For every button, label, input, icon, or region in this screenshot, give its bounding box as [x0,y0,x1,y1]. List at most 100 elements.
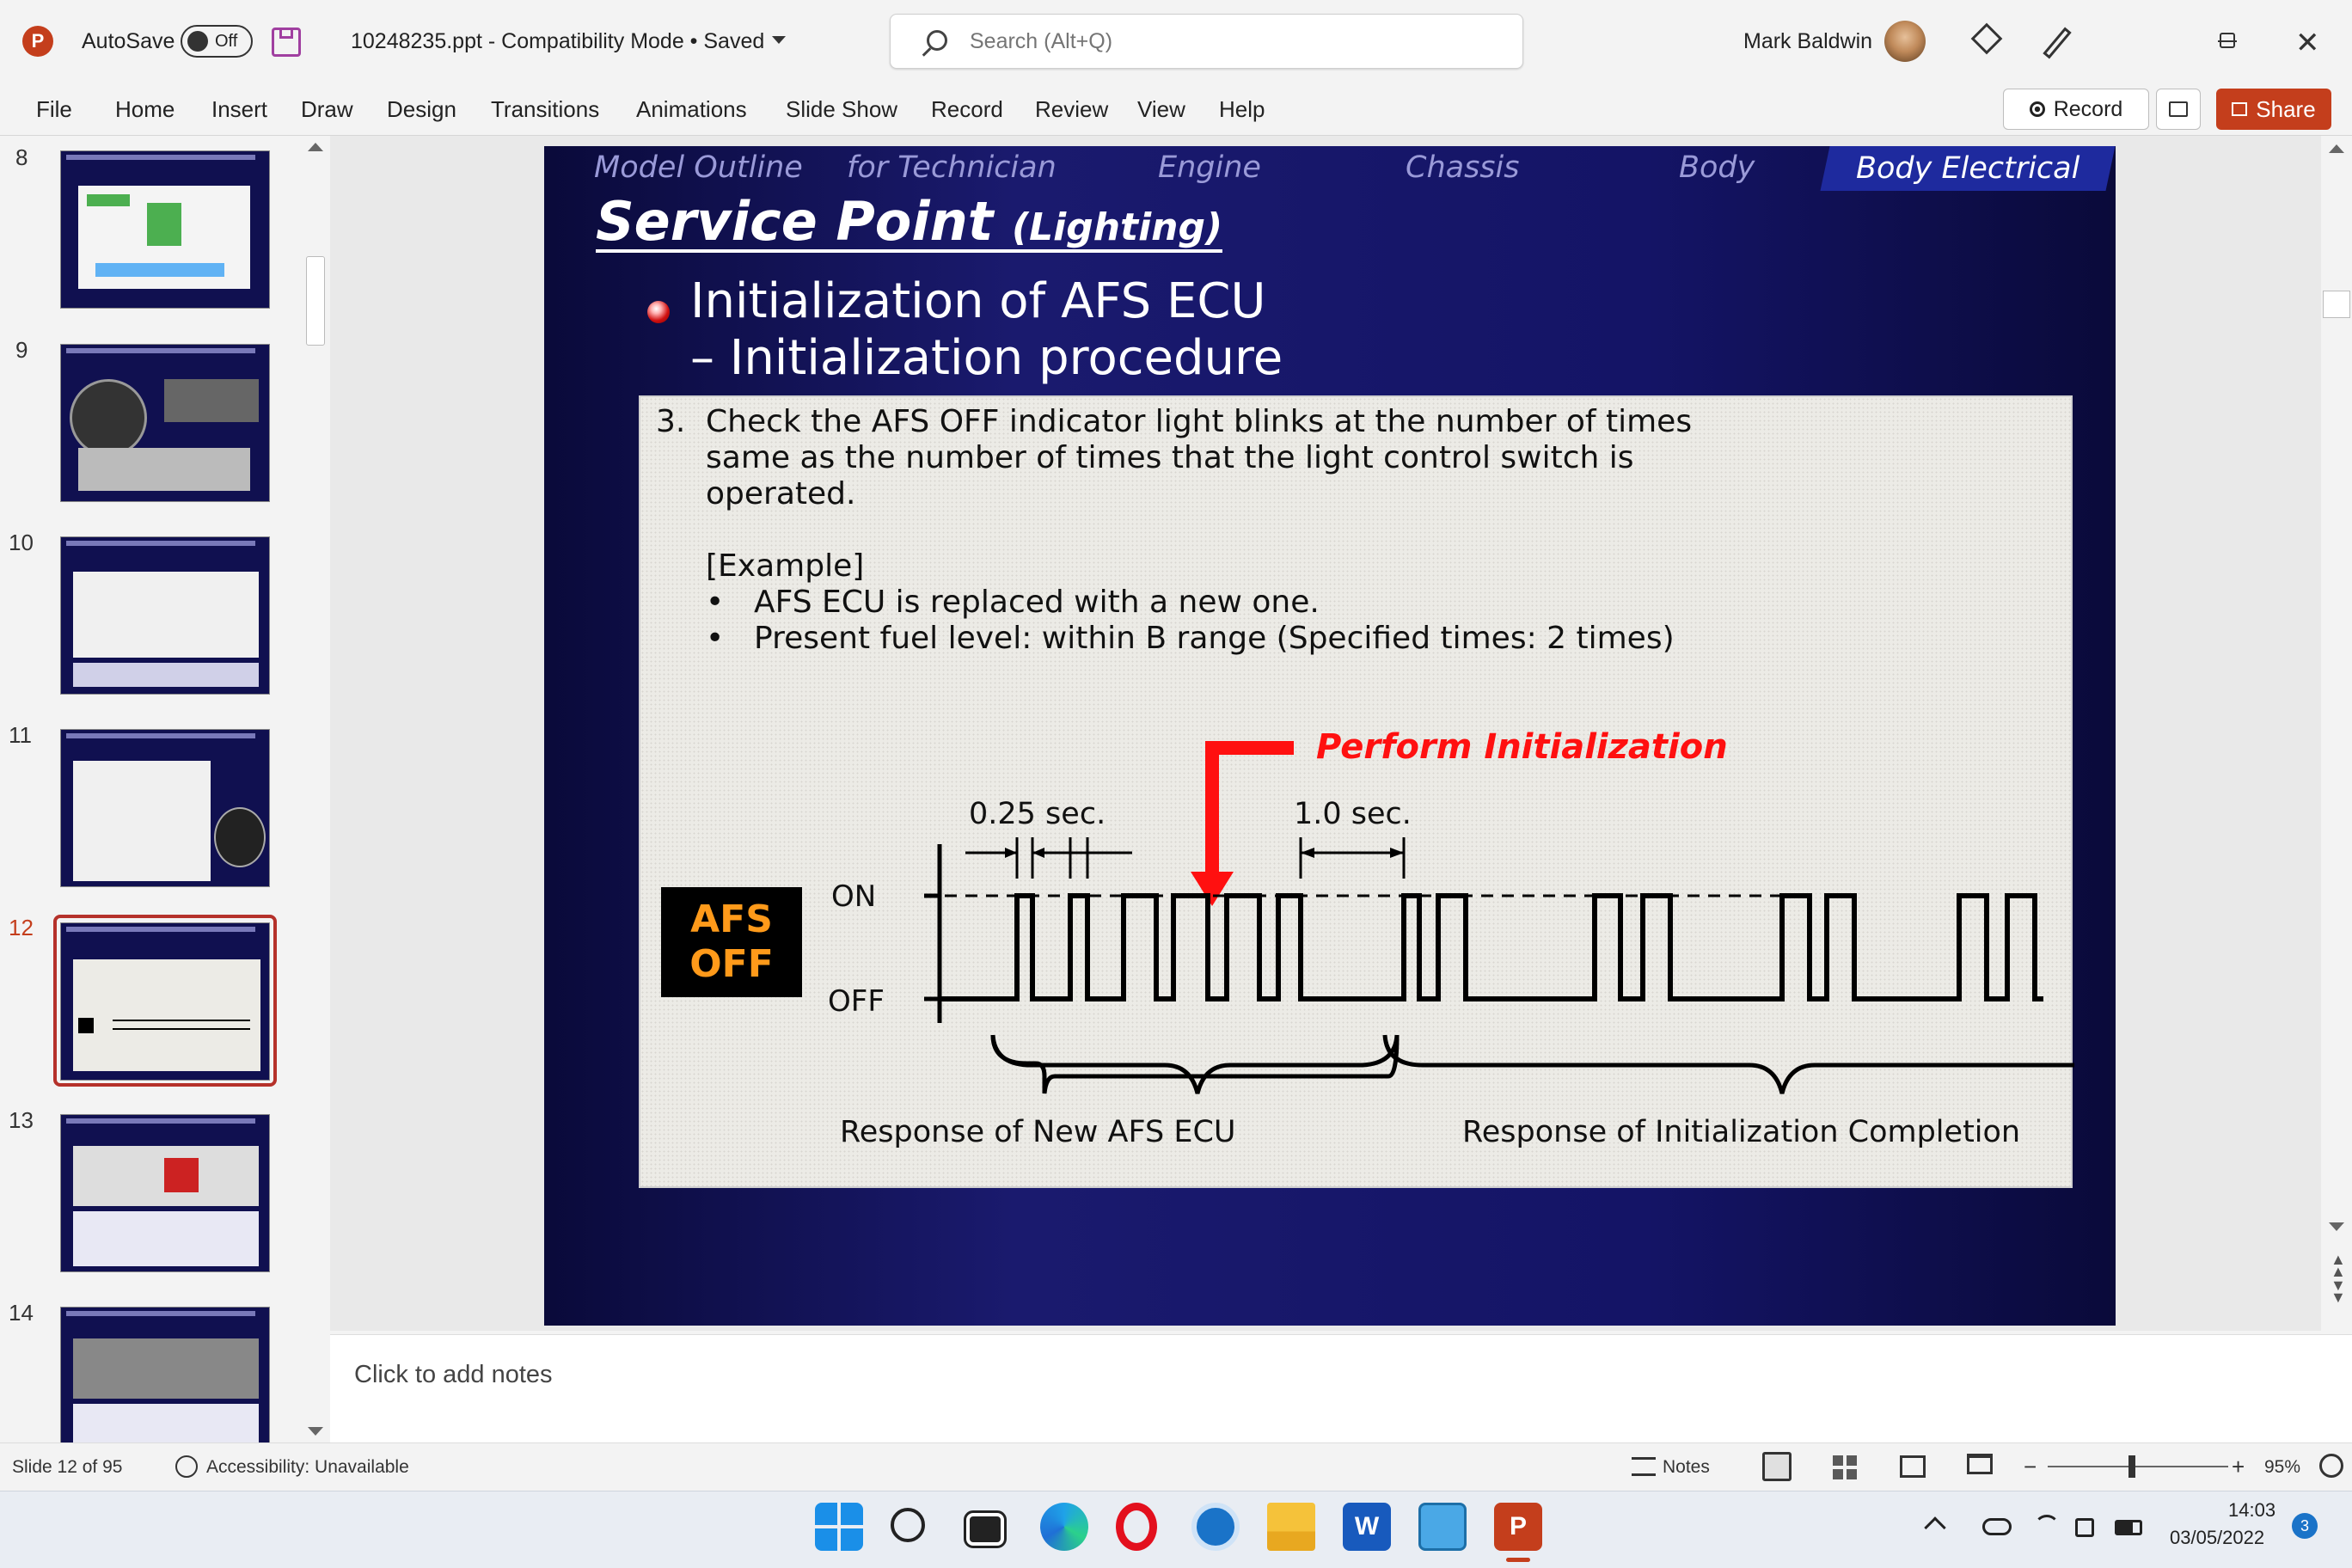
share-icon [2232,102,2248,116]
battery-icon[interactable] [2115,1520,2142,1535]
tab-slide-show[interactable]: Slide Show [786,96,897,123]
close-icon[interactable]: ✕ [2295,26,2320,60]
scroll-down-icon[interactable] [308,1427,323,1436]
opera-browser-icon[interactable] [1116,1503,1157,1551]
record-dot-icon [2029,101,2045,117]
active-app-indicator [1506,1558,1530,1562]
response-init-completion-label: Response of Initialization Completion [1462,1115,2020,1149]
wifi-icon[interactable] [2034,1515,2060,1540]
volume-icon[interactable] [2075,1518,2094,1537]
tab-file[interactable]: File [36,96,72,123]
zoom-level[interactable]: 95% [2264,1457,2300,1478]
search-input[interactable] [970,25,1485,58]
edge-browser-icon[interactable] [1040,1503,1088,1551]
zoom-in-button[interactable]: + [2232,1454,2245,1480]
comments-button[interactable] [2156,89,2201,130]
tab-animations[interactable]: Animations [636,96,747,123]
autosave-toggle[interactable]: Off [181,25,253,58]
normal-view-icon[interactable] [1762,1452,1792,1481]
chevron-down-icon[interactable] [772,36,786,44]
restore-icon[interactable] [2220,33,2235,48]
tab-transitions[interactable]: Transitions [491,96,599,123]
tab-review[interactable]: Review [1035,96,1108,123]
diamond-icon[interactable] [1970,22,2003,55]
heading-line-1: Initialization of AFS ECU [690,273,1266,329]
word-icon[interactable]: W [1343,1503,1391,1551]
user-name: Mark Baldwin [1743,29,1873,53]
slide-nav-model-outline: Model Outline [594,150,803,185]
zoom-out-button[interactable]: − [2024,1454,2037,1480]
share-button-label: Share [2256,95,2316,122]
tab-draw[interactable]: Draw [301,96,353,123]
tab-view[interactable]: View [1137,96,1185,123]
notes-icon[interactable] [1632,1457,1656,1476]
slide-nav-body: Body [1679,150,1755,185]
notes-placeholder[interactable]: Click to add notes [354,1361,553,1389]
search-box[interactable] [890,14,1523,69]
onedrive-icon[interactable] [1982,1518,2012,1535]
windows-start-icon[interactable] [815,1503,863,1551]
thumbnail-scroll-thumb[interactable] [306,256,325,346]
interval-long-label: 1.0 sec. [1294,797,1412,831]
slide-thumbnail-13[interactable] [60,1114,270,1272]
thumbnail-number: 11 [9,722,32,748]
zoom-slider[interactable] [2048,1455,2228,1478]
accessibility-status[interactable]: Accessibility: Unavailable [206,1457,409,1478]
slide-thumbnail-9[interactable] [60,344,270,502]
notes-pane[interactable]: Click to add notes [330,1334,2352,1442]
file-name: 10248235.ppt - Compatibility Mode • Save… [351,29,765,53]
scroll-up-icon[interactable] [308,143,323,151]
tab-design[interactable]: Design [387,96,456,123]
accessibility-icon[interactable] [175,1455,198,1478]
fit-slide-icon[interactable] [2319,1454,2343,1478]
perform-initialization-label: Perform Initialization [1316,727,1728,767]
task-view-icon[interactable] [964,1510,1007,1548]
previous-slide-icon[interactable]: ▲ ▲ [2331,1252,2346,1279]
slide[interactable]: Model Outline for Technician Engine Chas… [544,146,2116,1326]
scroll-up-icon[interactable] [2329,144,2344,153]
slide-thumbnail-11[interactable] [60,729,270,887]
slide-nav-for-technician: for Technician [847,150,1057,185]
record-button[interactable]: Record [2003,89,2149,130]
notepad-icon[interactable] [1418,1503,1467,1551]
slideshow-icon[interactable] [1967,1454,1993,1474]
slide-sorter-icon[interactable] [1833,1455,1857,1479]
slide-thumbnail-14[interactable] [60,1307,270,1444]
tab-help[interactable]: Help [1219,96,1265,123]
scroll-down-icon[interactable] [2329,1222,2344,1231]
record-button-label: Record [2053,96,2123,121]
main-vertical-scrollbar[interactable]: ▲ ▲ ▼ ▼ [2321,136,2352,1331]
avatar[interactable] [1884,21,1926,62]
tab-insert[interactable]: Insert [211,96,267,123]
1password-icon[interactable] [1191,1503,1240,1551]
autosave-label: AutoSave [82,29,175,53]
tab-home[interactable]: Home [115,96,175,123]
thumbnail-scrollbar[interactable] [303,136,328,1442]
indicator-line-1: AFS [690,897,773,941]
tab-record[interactable]: Record [931,96,1003,123]
pen-icon[interactable] [2043,27,2072,59]
notification-badge[interactable]: 3 [2292,1513,2318,1539]
clock-time[interactable]: 14:03 [2228,1499,2275,1522]
zoom-slider-thumb[interactable] [2128,1455,2135,1478]
reading-view-icon[interactable] [1900,1455,1926,1478]
slide-heading: Initialization of AFS ECU – Initializati… [647,273,2109,387]
slide-nav-engine: Engine [1158,150,1261,185]
slide-thumbnail-8[interactable] [60,150,270,309]
slide-nav-chassis: Chassis [1406,150,1520,185]
slide-thumbnail-10[interactable] [60,536,270,695]
thumbnail-number: 13 [9,1107,34,1133]
comment-icon [2169,101,2188,117]
clock-date[interactable]: 03/05/2022 [2170,1527,2264,1549]
slide-thumbnail-12[interactable] [60,922,270,1081]
save-icon[interactable] [272,28,301,57]
notes-toggle-label[interactable]: Notes [1663,1457,1710,1478]
thumbnail-number: 8 [15,144,28,170]
share-button[interactable]: Share [2216,89,2331,130]
main-scroll-thumb[interactable] [2323,291,2350,318]
search-icon[interactable] [891,1508,925,1542]
file-explorer-icon[interactable] [1267,1503,1315,1551]
next-slide-icon[interactable]: ▼ ▼ [2331,1277,2346,1305]
powerpoint-taskbar-icon[interactable]: P [1494,1503,1542,1551]
slide-count: Slide 12 of 95 [12,1457,123,1477]
